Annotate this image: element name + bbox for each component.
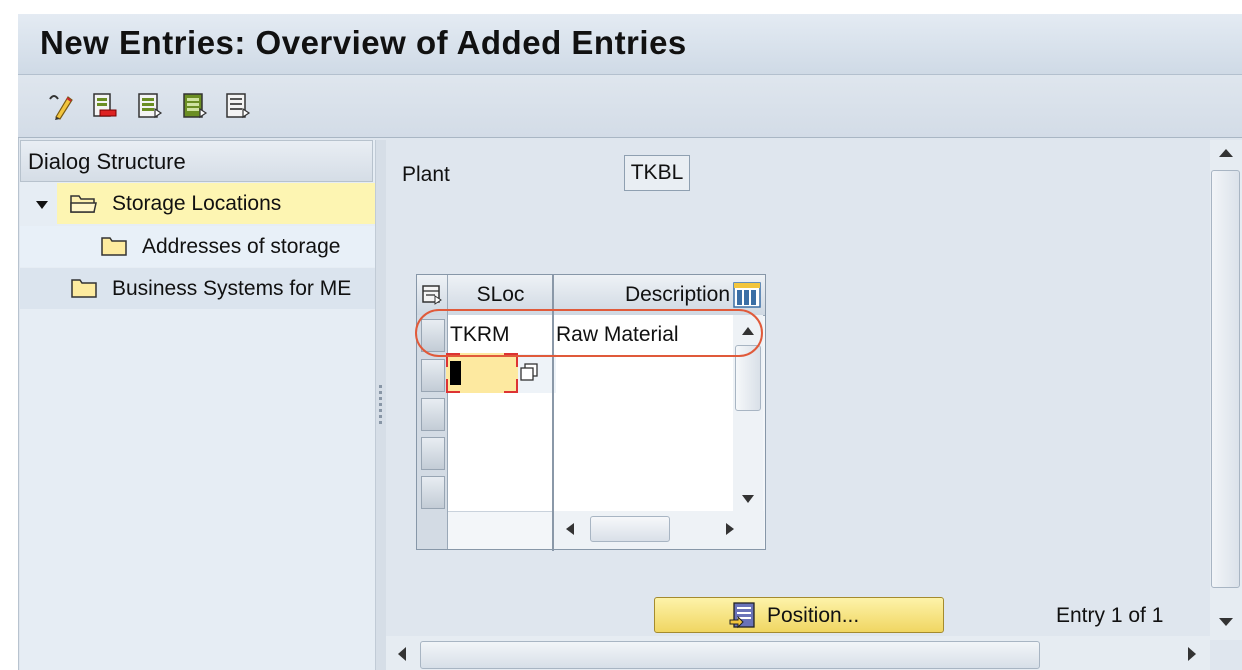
- main-hscroll-thumb[interactable]: [420, 641, 1040, 669]
- position-button[interactable]: Position...: [654, 597, 944, 633]
- row-selector[interactable]: [421, 437, 445, 470]
- plant-value: TKBL: [624, 155, 690, 191]
- select-all-icon[interactable]: [223, 91, 253, 121]
- table-row[interactable]: [448, 432, 748, 473]
- expand-arrow-icon[interactable]: [36, 201, 48, 209]
- next-entry-icon[interactable]: [180, 91, 210, 121]
- entry-counter: Entry 1 of 1: [1056, 604, 1164, 627]
- scroll-up-icon[interactable]: [1219, 149, 1233, 157]
- dialog-structure-panel: Dialog Structure Storage Locations Addre…: [20, 140, 375, 670]
- value-help-icon[interactable]: [520, 363, 538, 381]
- table-config-icon[interactable]: [421, 283, 443, 305]
- table-horizontal-scrollbar[interactable]: [554, 511, 764, 549]
- sloc-cell[interactable]: [450, 432, 550, 472]
- plant-label: Plant: [402, 163, 450, 186]
- folder-icon: [70, 277, 98, 299]
- sloc-cell[interactable]: [450, 471, 550, 511]
- scroll-right-icon[interactable]: [726, 523, 734, 535]
- position-button-label: Position...: [767, 604, 860, 627]
- row-selector[interactable]: [421, 398, 445, 431]
- display-change-icon[interactable]: [46, 91, 76, 121]
- scroll-left-icon[interactable]: [566, 523, 574, 535]
- page-title: New Entries: Overview of Added Entries: [40, 24, 687, 61]
- scroll-down-icon[interactable]: [1219, 618, 1233, 626]
- splitter-grip-icon: [379, 385, 382, 425]
- panel-splitter[interactable]: [375, 140, 386, 670]
- dialog-structure-header: Dialog Structure: [20, 140, 373, 182]
- description-cell[interactable]: [556, 354, 736, 393]
- delete-row-icon[interactable]: [90, 91, 120, 121]
- previous-entry-icon[interactable]: [135, 91, 165, 121]
- main-vscroll-thumb[interactable]: [1211, 170, 1240, 588]
- text-cursor: [450, 361, 461, 385]
- table-row[interactable]: [448, 471, 748, 512]
- tree-item-label: Addresses of storage: [142, 235, 341, 258]
- description-cell[interactable]: [556, 432, 736, 472]
- application-toolbar: [18, 75, 1242, 138]
- tree-item-label: Storage Locations: [112, 192, 282, 215]
- tree-item-addresses-of-storage[interactable]: Addresses of storage: [20, 226, 375, 267]
- folder-icon: [100, 235, 128, 257]
- table-hscroll-thumb[interactable]: [590, 516, 670, 542]
- table-row[interactable]: [448, 393, 748, 434]
- description-cell[interactable]: [556, 471, 736, 511]
- scroll-left-icon[interactable]: [398, 647, 406, 661]
- sloc-input-focused[interactable]: [446, 353, 538, 393]
- description-cell[interactable]: [556, 393, 736, 433]
- sloc-cell[interactable]: [450, 393, 550, 433]
- row-selector[interactable]: [421, 359, 445, 392]
- row-selector[interactable]: [421, 476, 445, 509]
- position-icon: [729, 601, 757, 629]
- title-bar: New Entries: Overview of Added Entries: [18, 14, 1242, 75]
- folder-open-icon: [69, 192, 97, 214]
- column-settings-icon[interactable]: [733, 281, 761, 309]
- scroll-right-icon[interactable]: [1188, 647, 1196, 661]
- highlight-annotation: [415, 309, 763, 357]
- scroll-down-icon[interactable]: [742, 495, 754, 503]
- tree-item-storage-locations[interactable]: Storage Locations: [57, 183, 375, 224]
- tree-item-label: Business Systems for ME: [112, 277, 352, 300]
- tree-item-business-systems[interactable]: Business Systems for ME: [20, 268, 375, 309]
